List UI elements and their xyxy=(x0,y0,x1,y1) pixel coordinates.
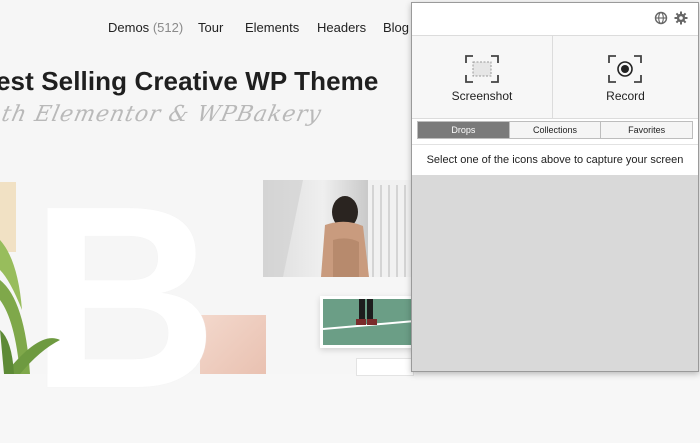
screenshot-icon xyxy=(465,55,499,83)
record-icon xyxy=(608,55,642,83)
hero-title: est Selling Creative WP Theme xyxy=(0,66,379,96)
nav-item-blog[interactable]: Blog xyxy=(383,20,409,35)
nav-item-demos[interactable]: Demos (512) xyxy=(108,20,183,35)
nav-item-headers[interactable]: Headers xyxy=(317,20,366,35)
preview-card xyxy=(356,358,414,376)
tab-drops[interactable]: Drops xyxy=(418,122,509,138)
tab-favorites[interactable]: Favorites xyxy=(600,122,692,138)
nav-item-tour[interactable]: Tour xyxy=(198,20,223,35)
nav-demos-label: Demos xyxy=(108,20,150,35)
hero-image-art xyxy=(263,180,413,277)
screenshot-button[interactable]: Screenshot xyxy=(412,36,553,118)
plant-image xyxy=(0,240,60,374)
capture-options: Screenshot Record xyxy=(412,35,698,119)
hero-subtitle: th Elementor & WPBakery xyxy=(0,102,325,127)
capture-popup: Screenshot Record Drops Collections Favo… xyxy=(411,2,699,372)
drops-list xyxy=(412,175,698,371)
site-nav: Demos (512) Tour Elements Headers Blog xyxy=(0,20,420,38)
nav-item-elements[interactable]: Elements xyxy=(245,20,299,35)
capture-hint: Select one of the icons above to capture… xyxy=(412,144,698,176)
hero-image-woman xyxy=(263,180,413,277)
gear-icon[interactable] xyxy=(674,11,688,25)
tab-collections[interactable]: Collections xyxy=(508,122,601,138)
hero-court-art xyxy=(322,299,416,330)
screenshot-label: Screenshot xyxy=(451,89,513,103)
hero-image-court xyxy=(320,296,418,348)
record-button[interactable]: Record xyxy=(553,36,698,118)
record-label: Record xyxy=(606,89,645,103)
globe-icon[interactable] xyxy=(654,11,668,25)
popup-tabs: Drops Collections Favorites xyxy=(417,121,693,139)
nav-demos-count: (512) xyxy=(152,20,184,35)
popup-header xyxy=(412,3,698,35)
